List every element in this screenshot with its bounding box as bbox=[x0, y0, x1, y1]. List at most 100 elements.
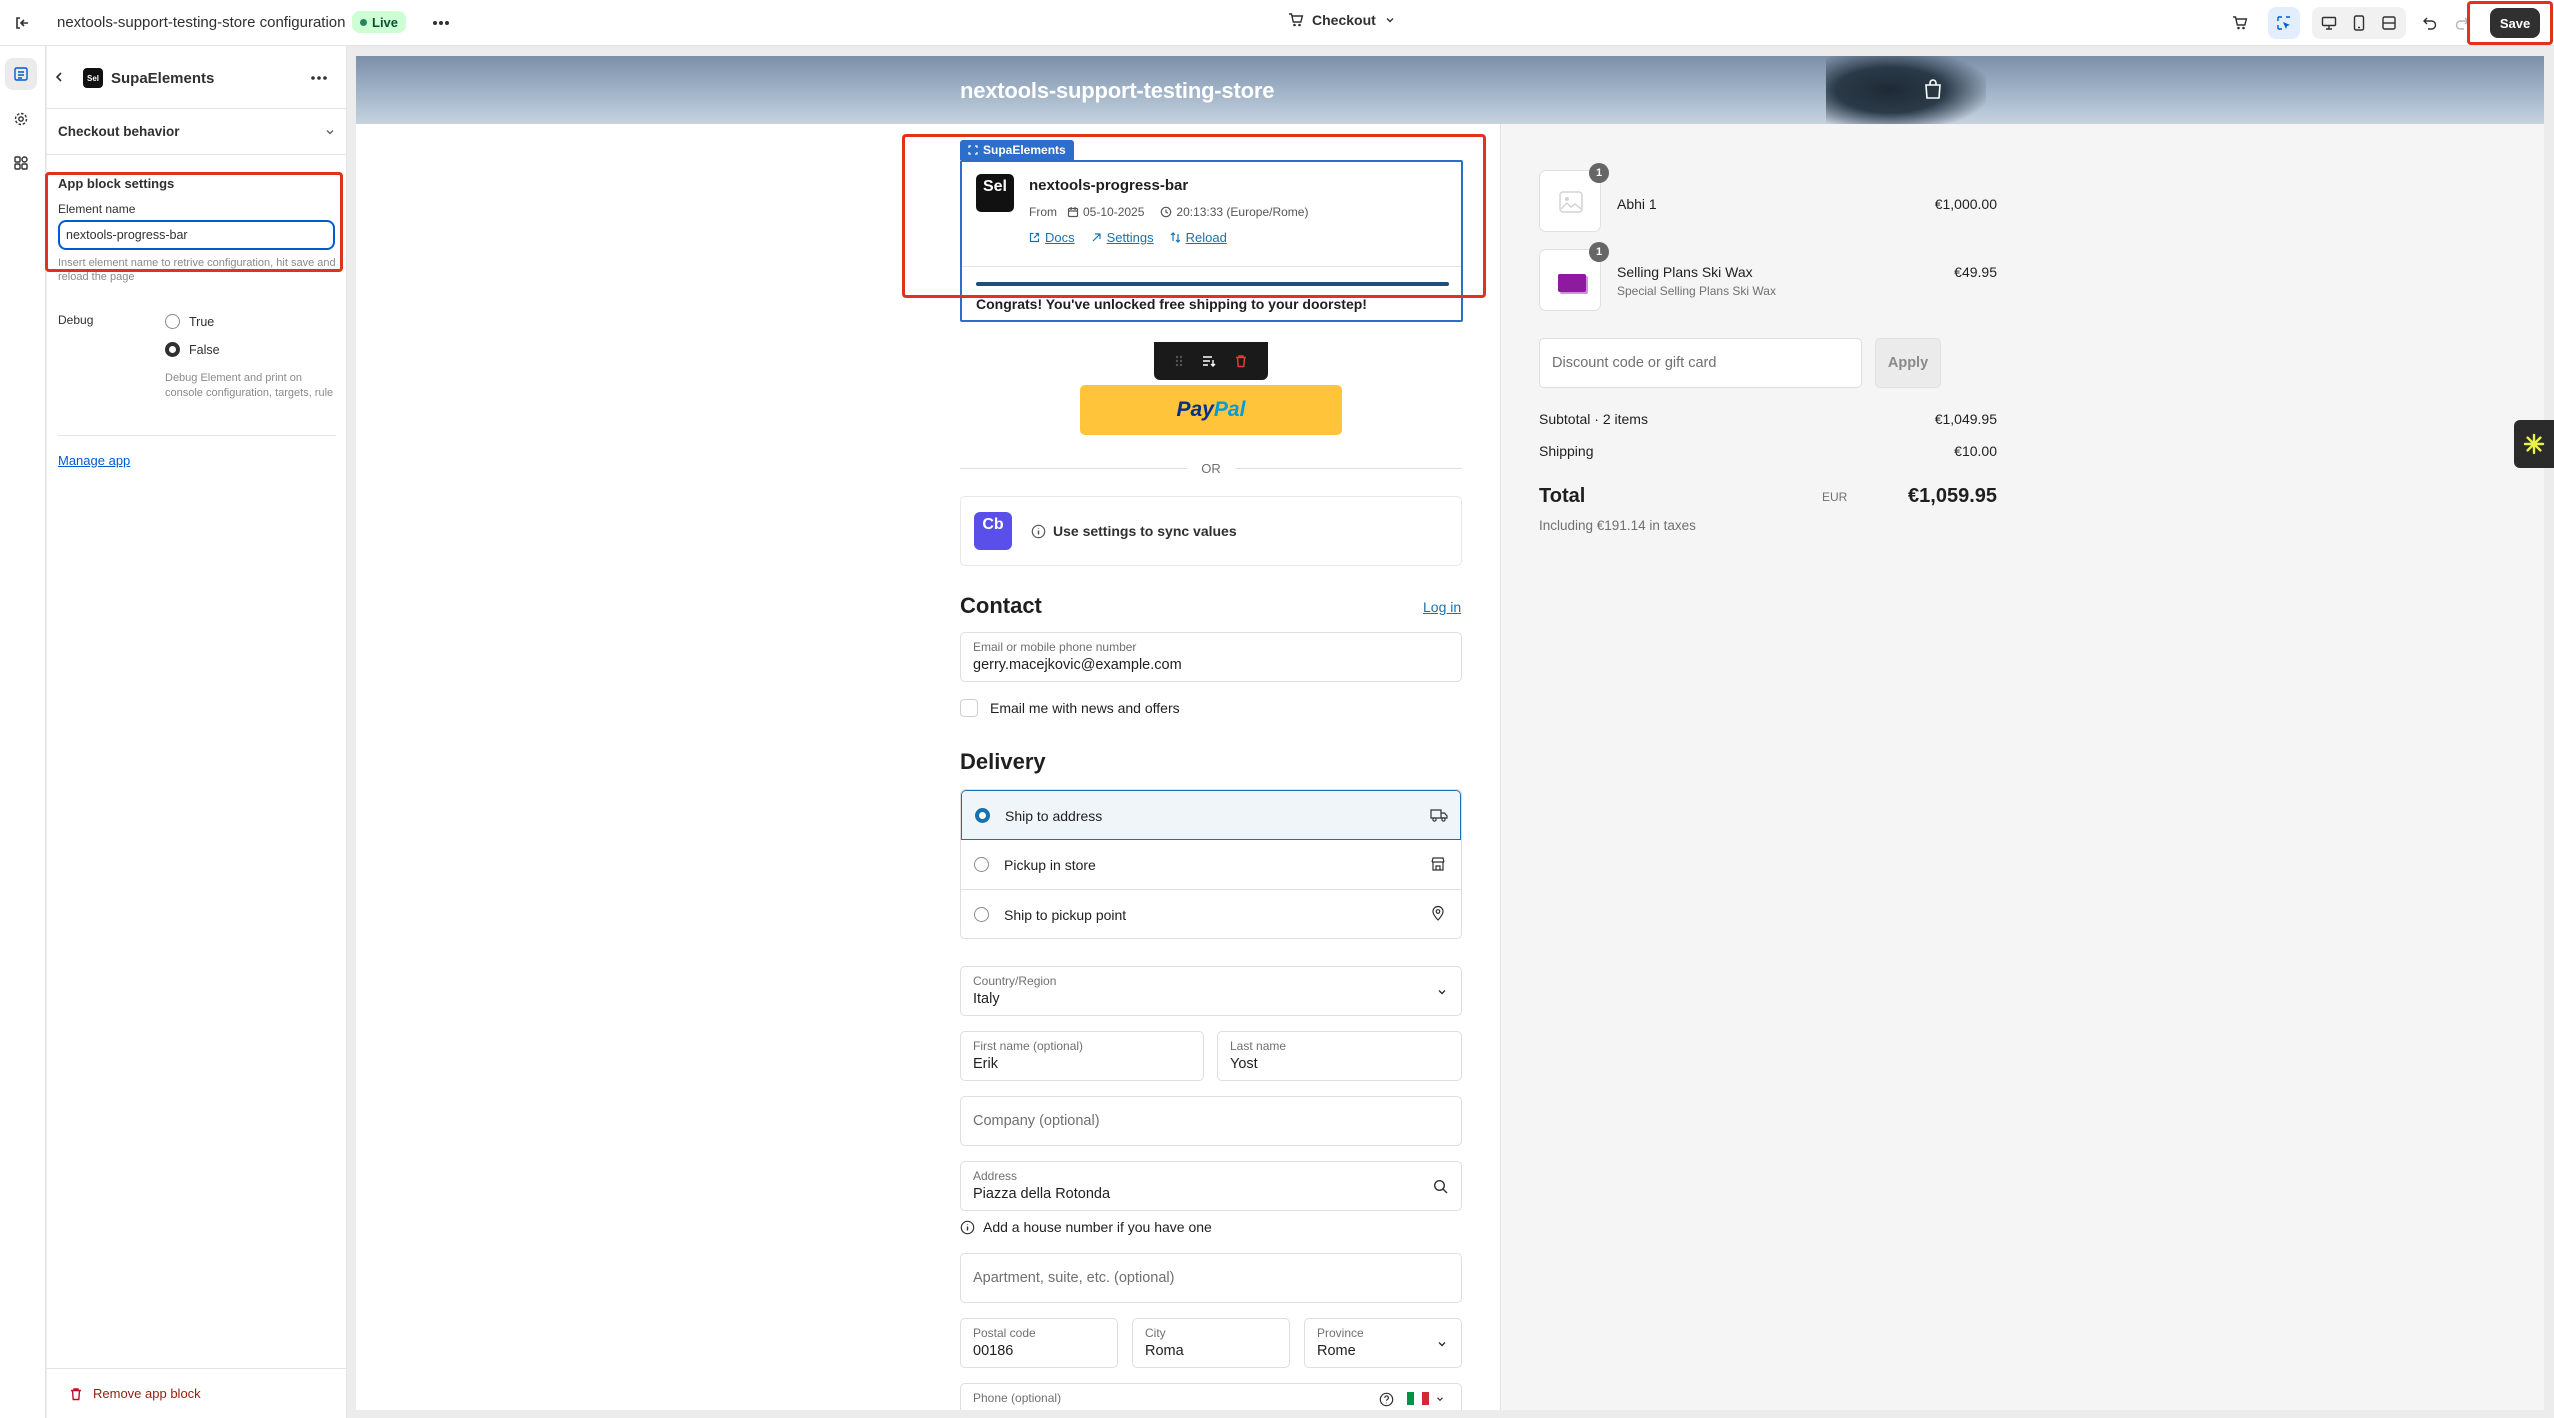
sync-message: Use settings to sync values bbox=[1031, 523, 1237, 539]
settings-sidebar: Sel SupaElements Checkout behavior App b… bbox=[45, 46, 347, 1418]
divider bbox=[47, 108, 346, 109]
debug-label: Debug bbox=[58, 313, 94, 327]
location-pin-icon bbox=[1432, 905, 1444, 921]
shipping-label: Shipping bbox=[1539, 443, 1594, 459]
bag-icon[interactable] bbox=[1922, 78, 1944, 100]
floating-widget-button[interactable] bbox=[2514, 420, 2554, 468]
total-value: €1,059.95 bbox=[1908, 485, 1997, 507]
search-icon[interactable] bbox=[1433, 1179, 1449, 1195]
option-ship-to-address[interactable]: Ship to address bbox=[961, 790, 1461, 840]
sparkle-icon bbox=[2523, 433, 2545, 455]
fullscreen-view-icon[interactable] bbox=[2375, 10, 2403, 36]
debug-help: Debug Element and print on console confi… bbox=[165, 372, 334, 399]
undo-icon[interactable] bbox=[2414, 7, 2446, 39]
total-label: Total bbox=[1539, 485, 1586, 507]
country-select[interactable]: Country/Region Italy bbox=[960, 966, 1462, 1016]
exit-icon[interactable] bbox=[6, 7, 38, 39]
debug-option-false[interactable]: False bbox=[165, 342, 220, 357]
progress-message: Congrats! You've unlocked free shipping … bbox=[976, 296, 1367, 312]
option-pickup-in-store[interactable]: Pickup in store bbox=[961, 840, 1461, 890]
quantity-badge: 1 bbox=[1589, 163, 1609, 183]
section-title: Checkout behavior bbox=[58, 124, 180, 139]
live-badge: Live bbox=[352, 11, 407, 33]
trash-icon bbox=[71, 1387, 81, 1400]
subtotal-value: €1,049.95 bbox=[1934, 411, 1997, 427]
chevron-down-icon bbox=[1438, 1342, 1446, 1347]
remove-app-block-button[interactable]: Remove app block bbox=[69, 1386, 201, 1401]
block-toolbar bbox=[1154, 342, 1268, 380]
radio-true-label: True bbox=[189, 314, 215, 329]
debug-option-true[interactable]: True bbox=[165, 314, 214, 329]
page-select-label: Checkout bbox=[1312, 12, 1376, 28]
phone-field[interactable]: Phone (optional) bbox=[960, 1383, 1462, 1410]
radio[interactable] bbox=[974, 857, 989, 872]
sections-icon[interactable] bbox=[5, 58, 37, 90]
image-placeholder-icon bbox=[1559, 191, 1583, 213]
quantity-badge: 1 bbox=[1589, 242, 1609, 262]
apply-button[interactable]: Apply bbox=[1875, 338, 1941, 388]
store-name: nextools-support-testing-store bbox=[960, 78, 1275, 103]
store-config-title: nextools-support-testing-store configura… bbox=[57, 14, 346, 31]
save-highlight-box bbox=[2467, 1, 2553, 45]
store-banner: nextools-support-testing-store bbox=[356, 56, 2544, 130]
city-field[interactable]: City Roma bbox=[1132, 1318, 1290, 1368]
gear-icon[interactable] bbox=[5, 103, 37, 135]
item-name: Selling Plans Ski Wax bbox=[1617, 264, 1753, 280]
checkbox[interactable] bbox=[960, 699, 978, 717]
manage-app-link[interactable]: Manage app bbox=[58, 453, 130, 468]
more-actions-icon[interactable] bbox=[425, 7, 457, 39]
radio-true[interactable] bbox=[165, 314, 180, 329]
chevron-down-icon bbox=[1437, 1397, 1443, 1402]
radio[interactable] bbox=[974, 907, 989, 922]
newsletter-checkbox[interactable]: Email me with news and offers bbox=[960, 699, 1180, 717]
page-selector[interactable]: Checkout bbox=[1288, 12, 1396, 28]
option-ship-to-pickup-point[interactable]: Ship to pickup point bbox=[961, 890, 1461, 938]
section-header[interactable]: Checkout behavior bbox=[58, 124, 336, 139]
company-field[interactable]: Company (optional) bbox=[960, 1096, 1462, 1146]
app-more-icon[interactable] bbox=[303, 62, 335, 94]
last-name-field[interactable]: Last name Yost bbox=[1217, 1031, 1462, 1081]
apps-icon[interactable] bbox=[5, 147, 37, 179]
item-name: Abhi 1 bbox=[1617, 196, 1657, 212]
mobile-view-icon[interactable] bbox=[2345, 10, 2373, 36]
apartment-field[interactable]: Apartment, suite, etc. (optional) bbox=[960, 1253, 1462, 1303]
or-divider: OR bbox=[960, 461, 1462, 476]
truck-icon bbox=[1430, 809, 1448, 822]
inspector-icon[interactable] bbox=[2268, 7, 2300, 39]
first-name-field[interactable]: First name (optional) Erik bbox=[960, 1031, 1204, 1081]
discount-input[interactable]: Discount code or gift card bbox=[1539, 338, 1862, 388]
banner-skier-image bbox=[1826, 56, 1986, 130]
item-price: €49.95 bbox=[1954, 264, 1997, 280]
info-icon bbox=[1031, 524, 1046, 538]
login-link[interactable]: Log in bbox=[1423, 599, 1461, 615]
shipping-value: €10.00 bbox=[1954, 443, 1997, 459]
radio-false[interactable] bbox=[165, 342, 180, 357]
back-icon[interactable] bbox=[47, 61, 71, 93]
radio-selected[interactable] bbox=[975, 808, 990, 823]
radio-false-label: False bbox=[189, 342, 220, 357]
italy-flag-icon[interactable] bbox=[1407, 1392, 1429, 1405]
delivery-options: Ship to address Pickup in store Ship to … bbox=[960, 789, 1462, 939]
help-icon[interactable] bbox=[1379, 1392, 1394, 1407]
info-icon bbox=[960, 1220, 975, 1234]
cart-preview-icon[interactable] bbox=[2224, 7, 2256, 39]
province-select[interactable]: Province Rome bbox=[1304, 1318, 1462, 1368]
divider bbox=[47, 1368, 346, 1369]
delete-block-icon[interactable] bbox=[1234, 354, 1248, 368]
postal-code-field[interactable]: Postal code 00186 bbox=[960, 1318, 1118, 1368]
email-field[interactable]: Email or mobile phone number gerry.macej… bbox=[960, 632, 1462, 682]
desktop-view-icon[interactable] bbox=[2315, 10, 2343, 36]
ski-wax-image bbox=[1558, 274, 1586, 292]
contact-heading: Contact bbox=[960, 593, 1042, 618]
checkout-preview: nextools-support-testing-store SupaEleme… bbox=[356, 56, 2544, 1410]
top-bar: nextools-support-testing-store configura… bbox=[0, 0, 2554, 46]
viewport-switcher bbox=[2312, 7, 2406, 39]
chevron-down-icon bbox=[1386, 18, 1394, 23]
drag-handle-icon[interactable] bbox=[1174, 354, 1184, 368]
address-field[interactable]: Address Piazza della Rotonda bbox=[960, 1161, 1462, 1211]
paypal-button[interactable]: Pay Pal bbox=[1080, 385, 1342, 435]
divider bbox=[58, 435, 336, 436]
move-block-icon[interactable] bbox=[1202, 354, 1216, 368]
chevron-down-icon bbox=[326, 129, 334, 134]
app-title: SupaElements bbox=[111, 70, 215, 87]
